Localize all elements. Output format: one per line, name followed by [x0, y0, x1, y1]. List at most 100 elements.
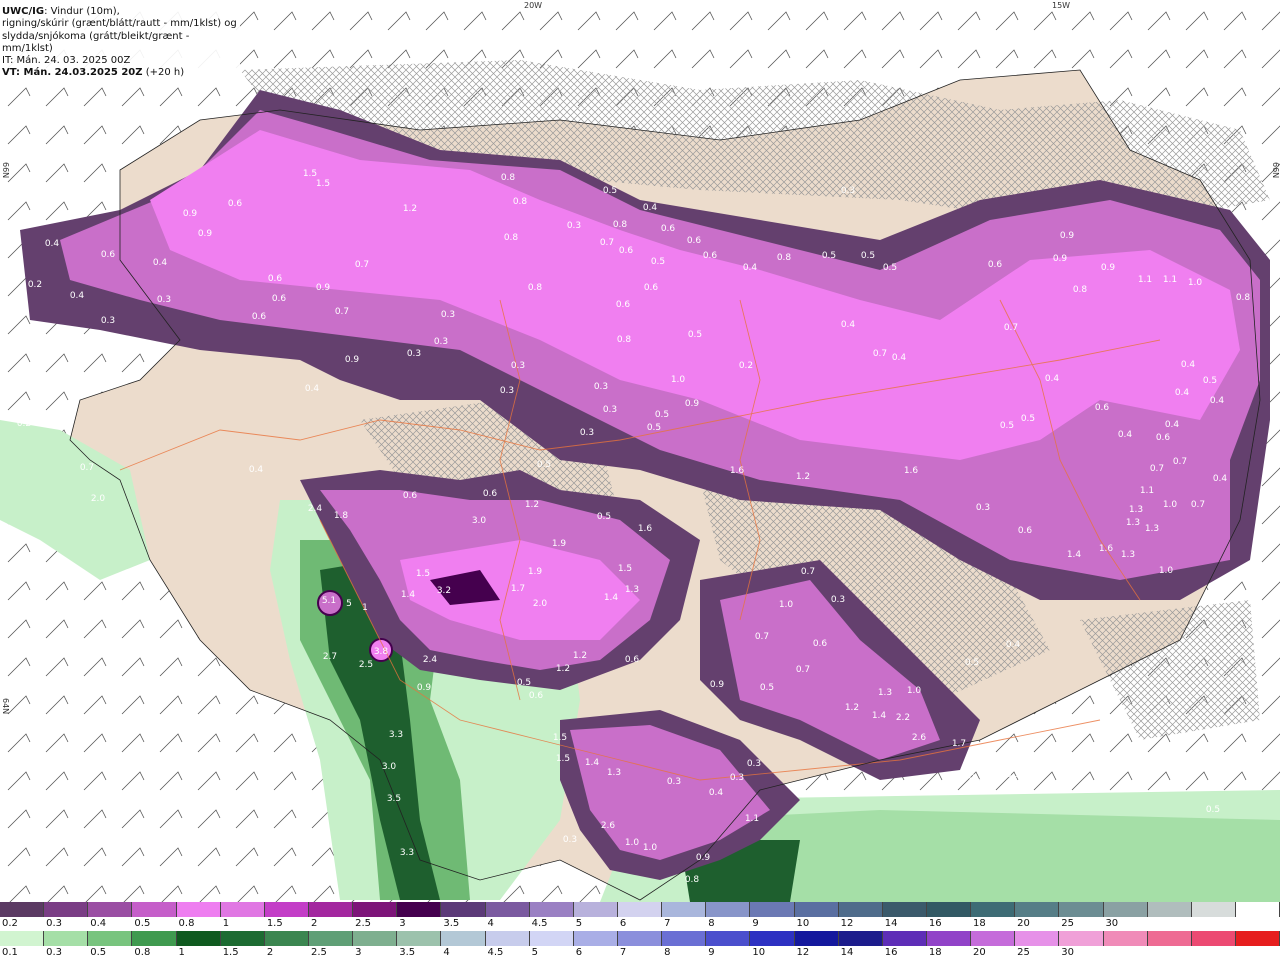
legend-tick-label: 10 [796, 918, 810, 929]
precip-value-label: 0.3 [603, 405, 617, 415]
legend-swatch [308, 902, 354, 917]
legend-swatch [1103, 902, 1148, 917]
legend-swatch [838, 902, 883, 917]
legend-tick-label: 9 [708, 947, 715, 958]
forecast-hour: (+20 h) [142, 67, 185, 79]
info-line-1-rest: : Vindur (10m), [44, 6, 120, 17]
precip-value-label: 0.9 [1053, 254, 1068, 264]
precip-value-label: 0.3 [407, 349, 421, 359]
precip-value-label: 0.3 [985, 779, 999, 789]
precip-value-label: 0.4 [1118, 430, 1133, 440]
precip-value-label: 0.3 [969, 773, 983, 783]
precip-value-label: 0.8 [513, 197, 528, 207]
valid-time: VT: Mán. 24.03.2025 20Z [2, 67, 143, 79]
precip-value-label: 0.5 [822, 251, 836, 261]
precip-value-label: 2.5 [359, 660, 373, 670]
precip-value-label: 2.4 [423, 655, 438, 665]
precip-value-label: 0.3 [51, 113, 65, 123]
lat-label-66n-left: 66N [1, 162, 10, 179]
legend-tick-label: 5 [575, 918, 583, 929]
legend-swatch [971, 902, 1016, 917]
legend-tick-label: 4.5 [487, 947, 504, 958]
precip-value-label: 0.5 [537, 460, 551, 470]
legend-swatch [441, 902, 486, 917]
precip-value-label: 1.0 [779, 600, 794, 610]
legend-tick-label: 0.3 [46, 947, 63, 958]
precip-value-label: 1.2 [796, 472, 810, 482]
precip-value-label: 1.9 [552, 539, 567, 549]
legend-tick-label: 1 [222, 918, 230, 929]
rain-legend-colorbar [0, 931, 1280, 946]
legend-swatch [706, 902, 751, 917]
legend-tick-label: 4 [487, 918, 494, 929]
precip-value-label: 0.7 [1191, 500, 1205, 510]
precip-value-label: 0.3 [101, 316, 115, 326]
precip-value-label: 0.3 [434, 337, 448, 347]
lat-label-64n-left: 64N [1, 698, 10, 715]
precip-value-label: 2.0 [91, 494, 106, 504]
precip-value-label: 0.6 [661, 224, 676, 234]
precip-value-label: 1.6 [904, 466, 919, 476]
precip-value-label: 1.2 [573, 651, 587, 661]
precip-value-label: 0.9 [685, 399, 700, 409]
precip-value-label: 2.7 [323, 652, 337, 662]
legend-tick-label: 8 [664, 947, 671, 958]
precip-value-label: 1.4 [585, 758, 600, 768]
precip-value-label: 5 [346, 599, 352, 609]
legend-swatch [1191, 902, 1236, 917]
precip-value-label: 0.6 [1156, 433, 1171, 443]
precip-value-label: 0.3 [567, 221, 581, 231]
legend-tick-label: 3.5 [399, 947, 416, 958]
legend-swatch [750, 902, 795, 917]
info-line-3: slydda/snjókoma (grátt/bleikt/grænt - mm… [2, 30, 190, 54]
precip-value-label: 3.3 [400, 848, 414, 858]
legend-tick-label: 14 [884, 918, 898, 929]
legend-swatch [485, 902, 530, 917]
legend-tick-label: 25 [1061, 918, 1075, 929]
precip-value-label: 0.4 [892, 353, 907, 363]
precip-value-label: 3.3 [389, 730, 403, 740]
precip-value-label: 0.8 [685, 875, 700, 885]
precip-value-label: 0.9 [316, 283, 331, 293]
precip-value-label: 1.4 [401, 590, 416, 600]
legend-swatch [1059, 902, 1104, 917]
precip-value-label: 1.7 [511, 584, 525, 594]
legend-swatch [1235, 902, 1280, 917]
legend-swatch [220, 931, 265, 946]
info-line-1: UWC/IG: Vindur (10m), [2, 6, 240, 18]
legend-swatch [573, 931, 618, 946]
legend-tick-label: 7 [619, 947, 627, 958]
legend-tick-label: 6 [575, 947, 583, 958]
legend-tick-label: 1.5 [266, 918, 283, 929]
precip-value-label: 0.5 [1021, 414, 1035, 424]
legend-swatch [662, 931, 707, 946]
precip-value-label: 0.6 [101, 250, 116, 260]
legend-swatch [308, 931, 354, 946]
legend-swatch [1015, 931, 1060, 946]
precip-value-label: 0.9 [710, 680, 725, 690]
legend-swatch [662, 902, 707, 917]
legend-swatch [176, 931, 221, 946]
precip-value-label: 0.5 [760, 683, 774, 693]
precip-value-label: 0.7 [1004, 323, 1018, 333]
legend-swatch [794, 931, 839, 946]
legend-swatch [44, 902, 89, 917]
precip-value-label: 0.2 [28, 280, 42, 290]
precip-value-label: 0.3 [1159, 745, 1173, 755]
precip-value-label: 0.4 [1045, 374, 1060, 384]
precip-value-label: 1.3 [607, 768, 621, 778]
precip-value-label: 1.5 [556, 754, 570, 764]
precip-value-label: 0.5 [603, 186, 617, 196]
legend-tick-label: 4 [443, 947, 450, 958]
precip-value-label: 0.3 [831, 595, 845, 605]
precip-value-label: 1.0 [907, 686, 922, 696]
legend-tick-label: 3.5 [443, 918, 460, 929]
precip-value-label: 1.0 [1163, 500, 1178, 510]
legend-swatch [88, 902, 133, 917]
precip-value-label: 0.5 [1206, 805, 1220, 815]
precip-value-label: 1.0 [1188, 278, 1203, 288]
precip-value-label: 0.8 [613, 220, 628, 230]
precip-value-label: 0.6 [268, 274, 283, 284]
legend-tick-label: 5 [531, 947, 539, 958]
legend-tick-label: 1.5 [222, 947, 239, 958]
